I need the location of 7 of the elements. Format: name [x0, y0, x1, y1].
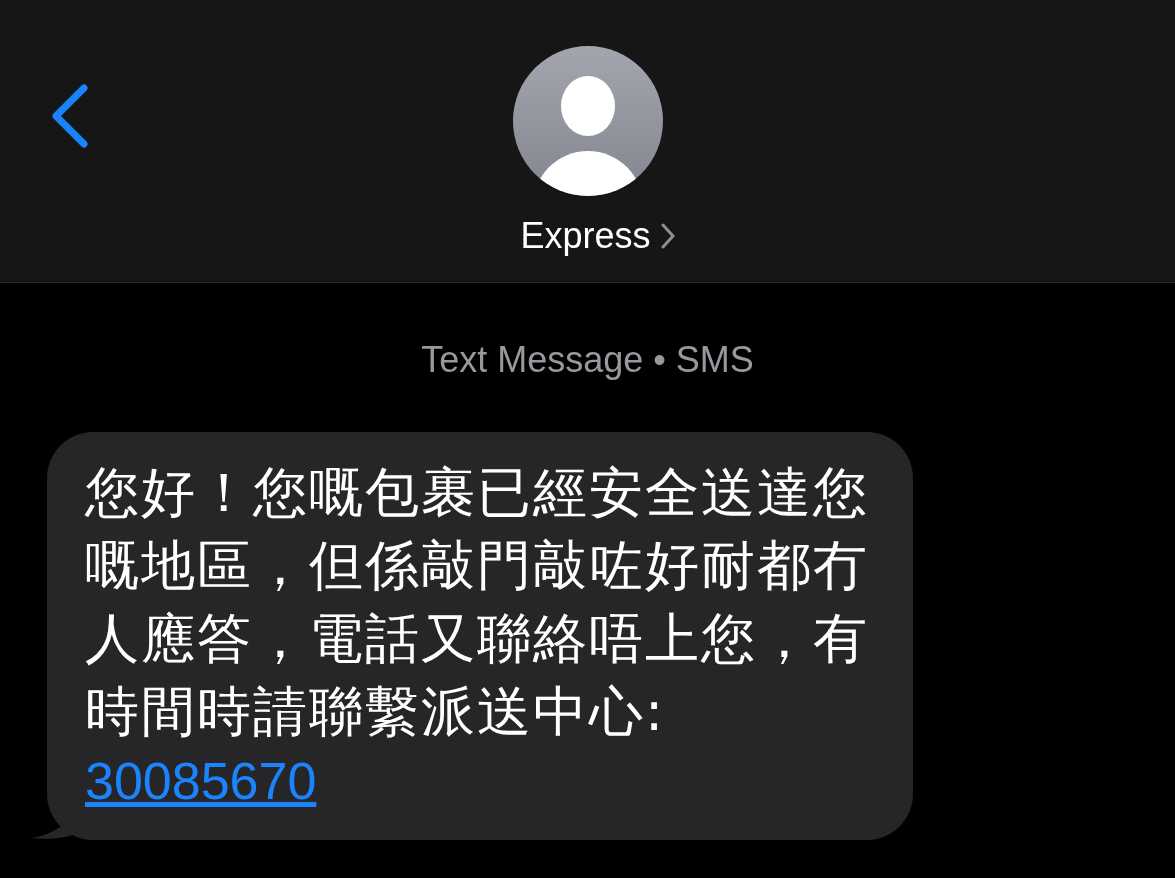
avatar-icon[interactable]: [512, 46, 663, 196]
message-text: 您好！您嘅包裹已經安全送達您嘅地區，但係敲門敲咗好耐都冇人應答，電話又聯絡唔上您，有時間時請聯繫派送中心:: [85, 460, 870, 745]
back-icon[interactable]: [50, 84, 88, 148]
chevron-right-icon[interactable]: [660, 223, 675, 249]
service-label: Text Message • SMS: [421, 338, 754, 382]
phone-link[interactable]: 30085670: [85, 748, 317, 814]
contact-name[interactable]: Express: [520, 214, 651, 258]
